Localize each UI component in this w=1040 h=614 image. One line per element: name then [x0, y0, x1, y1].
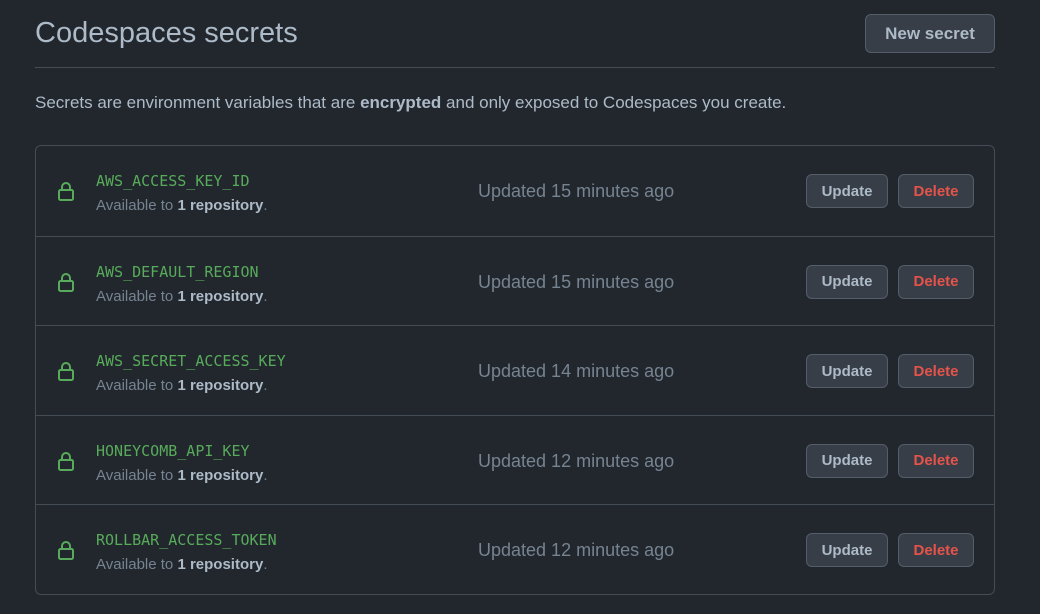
repository-count: 1 repository: [177, 466, 264, 484]
lock-icon: [58, 362, 74, 382]
secret-updated-time: Updated 14 minutes ago: [478, 361, 675, 382]
lock-icon: [58, 451, 74, 471]
availability-prefix: Available to: [96, 377, 178, 395]
secret-row: ROLLBAR_ACCESS_TOKEN Available to 1 repo…: [36, 504, 994, 594]
secret-row: HONEYCOMB_API_KEY Available to 1 reposit…: [36, 414, 994, 505]
availability-suffix: .: [263, 556, 268, 574]
availability-suffix: .: [263, 197, 268, 214]
update-button[interactable]: Update: [806, 174, 888, 208]
delete-button[interactable]: Delete: [898, 264, 974, 299]
secret-availability: Available to 1 repository.: [96, 376, 268, 396]
delete-button[interactable]: Delete: [898, 354, 974, 389]
secret-updated-time: Updated 15 minutes ago: [478, 271, 675, 292]
availability-suffix: .: [263, 287, 268, 305]
description-text-before: Secrets are environment variables that a…: [35, 93, 361, 112]
update-button[interactable]: Update: [806, 533, 888, 568]
update-button[interactable]: Update: [806, 264, 888, 299]
secret-availability: Available to 1 repository.: [96, 466, 268, 486]
secret-name: AWS_ACCESS_KEY_ID: [96, 172, 250, 190]
delete-button[interactable]: Delete: [898, 533, 974, 568]
lock-icon: [58, 272, 74, 292]
secret-row: AWS_SECRET_ACCESS_KEY Available to 1 rep…: [36, 325, 994, 415]
availability-prefix: Available to: [96, 197, 178, 214]
secret-availability: Available to 1 repository.: [96, 555, 268, 575]
codespaces-secrets-page: Codespaces secrets New secret Secrets ar…: [0, 0, 1040, 614]
lock-icon: [58, 182, 74, 201]
secret-name: AWS_DEFAULT_REGION: [96, 262, 259, 281]
availability-prefix: Available to: [96, 287, 178, 305]
new-secret-button[interactable]: New secret: [865, 14, 995, 53]
delete-button[interactable]: Delete: [898, 174, 974, 208]
update-button[interactable]: Update: [806, 354, 888, 389]
secret-updated-time: Updated 15 minutes ago: [478, 181, 675, 201]
description-emphasis: encrypted: [360, 93, 442, 112]
update-button[interactable]: Update: [806, 443, 888, 478]
repository-count: 1 repository: [177, 556, 264, 574]
secret-updated-time: Updated 12 minutes ago: [478, 450, 675, 471]
secret-name: HONEYCOMB_API_KEY: [96, 441, 250, 460]
repository-count: 1 repository: [177, 377, 264, 395]
page-title: Codespaces secrets: [35, 17, 298, 49]
delete-button[interactable]: Delete: [898, 443, 974, 478]
availability-suffix: .: [263, 466, 268, 484]
page-header: Codespaces secrets New secret: [35, 0, 995, 68]
description-text-after: and only exposed to Codespaces you creat…: [441, 93, 787, 112]
availability-prefix: Available to: [96, 556, 178, 574]
secret-row: AWS_DEFAULT_REGION Available to 1 reposi…: [36, 235, 994, 326]
secret-row: AWS_ACCESS_KEY_ID Available to 1 reposit…: [36, 146, 994, 236]
secret-name: AWS_SECRET_ACCESS_KEY: [96, 352, 286, 371]
secret-availability: Available to 1 repository.: [96, 287, 268, 307]
repository-count: 1 repository: [177, 287, 264, 305]
lock-icon: [58, 541, 74, 561]
secret-name: ROLLBAR_ACCESS_TOKEN: [96, 531, 277, 550]
secrets-list: AWS_ACCESS_KEY_ID Available to 1 reposit…: [35, 145, 995, 595]
secrets-description: Secrets are environment variables that a…: [35, 91, 786, 115]
repository-count: 1 repository: [177, 197, 264, 214]
secret-availability: Available to 1 repository.: [96, 196, 268, 216]
secret-updated-time: Updated 12 minutes ago: [478, 540, 675, 561]
availability-prefix: Available to: [96, 466, 178, 484]
availability-suffix: .: [263, 377, 268, 395]
